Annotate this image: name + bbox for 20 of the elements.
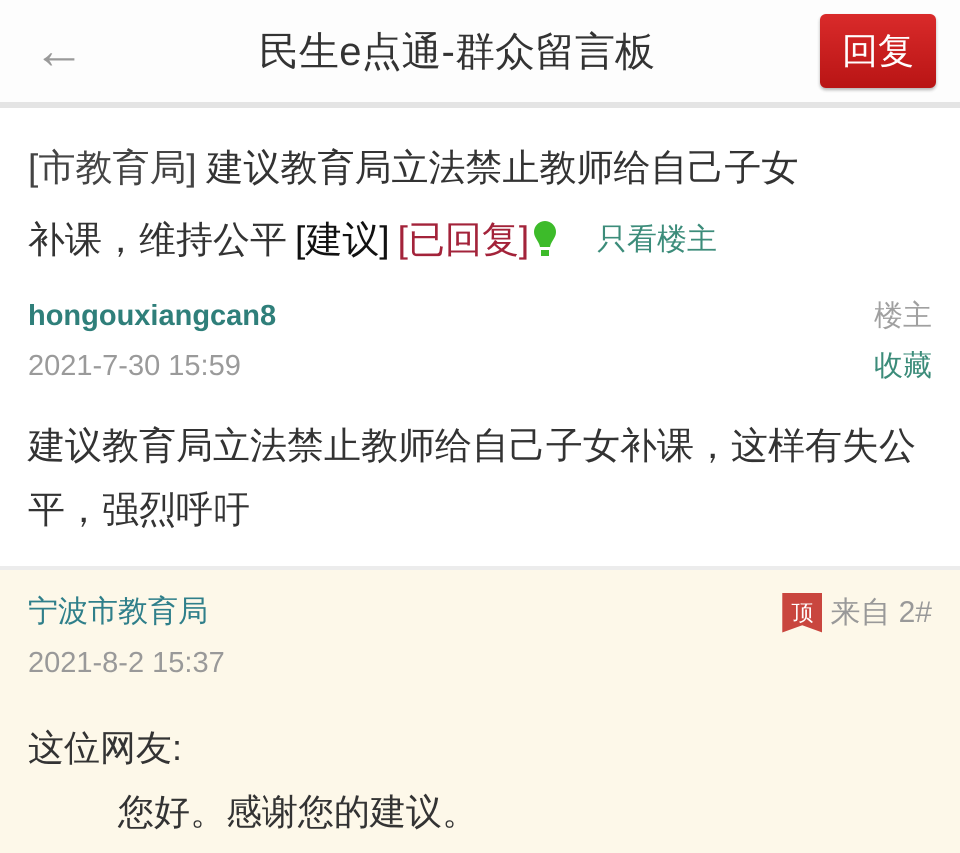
post-title: 补课，维持公平: [28, 218, 287, 262]
category-tag: [市教育局]: [28, 132, 197, 204]
reply-time: 2021-8-2 15:37: [28, 647, 226, 680]
reply-author: 宁波市教育局: [28, 594, 208, 630]
reply-body: 您好。感谢您的建议。: [118, 790, 479, 834]
floor-label: 来自 2#: [830, 595, 932, 631]
post-time: 2021-7-30 15:59: [28, 349, 241, 384]
top-badge: 顶: [782, 592, 822, 632]
post-title: 建议教育局立法禁止教师给自己子女: [206, 146, 799, 190]
favorite-link[interactable]: 收藏: [874, 348, 932, 384]
author-name: hongouxiangcan8: [28, 299, 276, 334]
reply-greeting: 这位网友:: [28, 726, 184, 770]
page-title: 民生e点通-群众留言板: [259, 30, 655, 74]
type-tag: [建议]: [295, 204, 390, 276]
owner-label: 楼主: [874, 299, 932, 334]
reply-button[interactable]: 回复: [820, 14, 936, 88]
owner-only-link[interactable]: 只看楼主: [597, 204, 718, 276]
status-tag: [已回复]: [398, 204, 530, 276]
back-button[interactable]: ←: [24, 25, 94, 77]
post-body: 建议教育局立法禁止教师给自己子女补课，这样有失公平，强烈呼吁: [28, 424, 917, 532]
